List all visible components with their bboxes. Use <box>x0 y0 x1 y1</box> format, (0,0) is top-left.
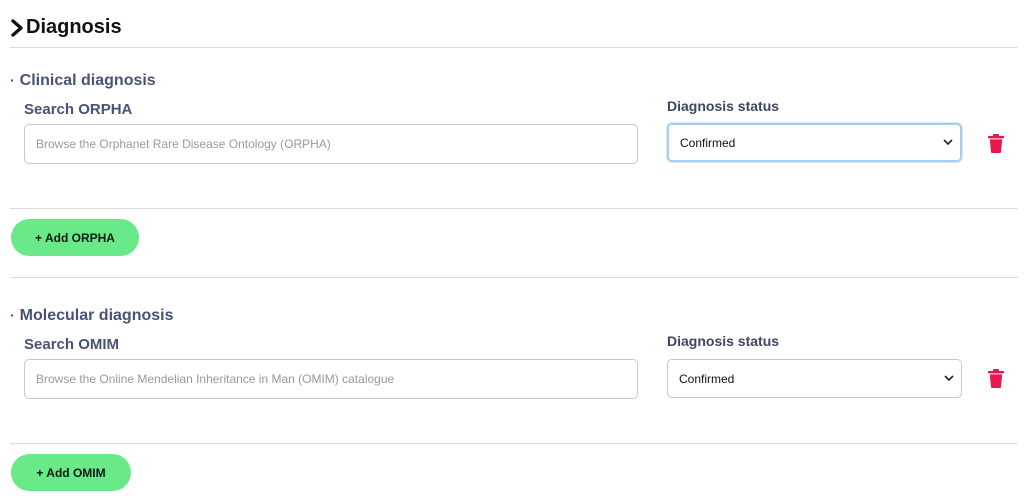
bullet-icon: · <box>10 307 15 323</box>
divider <box>10 443 1018 444</box>
divider <box>10 208 1018 209</box>
diagnosis-status-select[interactable]: Confirmed <box>667 359 962 398</box>
section-title-clinical: · Clinical diagnosis <box>10 72 156 89</box>
add-orpha-button[interactable]: + Add ORPHA <box>11 219 139 256</box>
select-value: Confirmed <box>680 135 736 150</box>
section-title-molecular: · Molecular diagnosis <box>10 307 174 324</box>
search-omim-input[interactable] <box>24 359 638 399</box>
diagnosis-status-label: Diagnosis status <box>667 333 780 349</box>
diagnosis-status-label: Diagnosis status <box>667 98 780 114</box>
select-value: Confirmed <box>679 371 735 386</box>
page-header: Diagnosis <box>10 16 122 39</box>
chevron-right-icon <box>11 18 23 37</box>
diagnosis-status-select[interactable]: Confirmed <box>667 123 962 162</box>
divider <box>10 47 1018 48</box>
divider <box>10 277 1018 278</box>
add-omim-button[interactable]: + Add OMIM <box>11 454 131 491</box>
trash-icon[interactable] <box>988 369 1004 388</box>
search-omim-label: Search OMIM <box>24 336 120 353</box>
chevron-down-icon <box>944 375 954 382</box>
page-title: Diagnosis <box>26 16 122 38</box>
search-orpha-input[interactable] <box>24 124 638 164</box>
chevron-down-icon <box>943 139 953 146</box>
bullet-icon: · <box>10 72 15 88</box>
search-orpha-label: Search ORPHA <box>24 101 133 118</box>
trash-icon[interactable] <box>988 134 1004 153</box>
